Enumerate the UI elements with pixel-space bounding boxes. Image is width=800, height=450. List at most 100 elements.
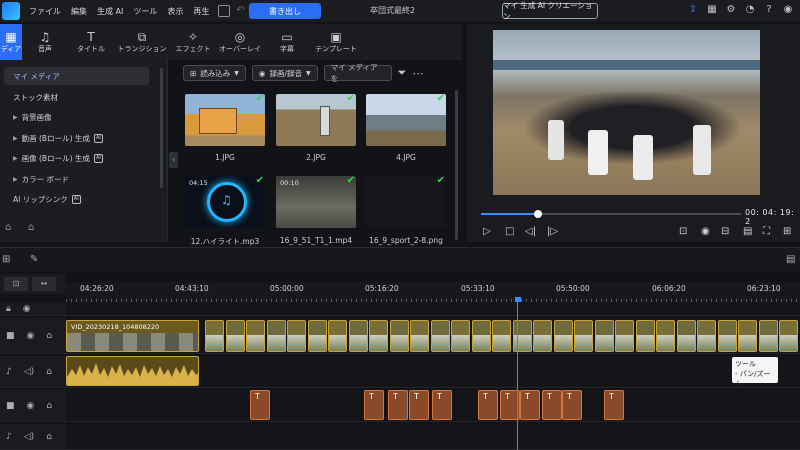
track-video2[interactable]: TTTTTTTTTTT	[66, 390, 800, 422]
nav-scrollbar[interactable]	[160, 68, 163, 188]
play-icon[interactable]: ▷	[483, 226, 491, 237]
video-clip-segment[interactable]	[512, 320, 532, 352]
video-clip-main[interactable]: VID_20230218_104808220	[66, 320, 199, 352]
tag-icon[interactable]: ⌂	[5, 222, 11, 233]
nav-color-board[interactable]: ▶ カラー ボード	[4, 170, 149, 188]
media-thumb-3[interactable]: ✔	[366, 94, 446, 146]
tag-remove-icon[interactable]: ⌂	[28, 222, 34, 233]
menu-item-play[interactable]: 再生	[188, 6, 214, 17]
video-clip-segment[interactable]	[717, 320, 737, 352]
display-icon[interactable]: ▤	[743, 226, 752, 237]
media-thumb-6[interactable]: ✔	[366, 176, 446, 228]
title-clip[interactable]: T	[520, 390, 540, 420]
record-button[interactable]: ◉ 録画/録音 ▼	[251, 65, 318, 81]
video-clip-segment[interactable]	[225, 320, 245, 352]
video-clip-segment[interactable]	[635, 320, 655, 352]
account-icon[interactable]: ◉	[782, 4, 794, 16]
eye-icon[interactable]: ◉	[27, 331, 35, 341]
zoom-timeline-icon[interactable]: ↔	[32, 277, 56, 291]
more-icon[interactable]: ⋯	[412, 67, 423, 80]
video-clip-segment[interactable]	[328, 320, 347, 352]
fit-timeline-icon[interactable]: ⊡	[4, 277, 28, 291]
tab-media[interactable]: ▦ ディア	[0, 24, 22, 60]
video-clip-segment[interactable]	[758, 320, 778, 352]
video-clip-segment[interactable]	[676, 320, 696, 352]
track-top[interactable]	[66, 302, 800, 316]
title-clip[interactable]: T	[364, 390, 384, 420]
menu-item-view[interactable]: 表示	[162, 6, 188, 17]
video-clip-segment[interactable]	[492, 320, 511, 352]
video-clip-segment[interactable]	[697, 320, 716, 352]
undo-icon[interactable]: ↶	[234, 5, 246, 17]
export-button[interactable]: 書き出し	[249, 3, 321, 19]
video-clip-segment[interactable]	[594, 320, 614, 352]
next-frame-icon[interactable]: |▷	[547, 226, 558, 237]
track-video1[interactable]: VID_20230218_104808220	[66, 318, 800, 354]
menu-item-edit[interactable]: 編集	[66, 6, 92, 17]
ai-creation-button[interactable]: マイ 生成 AI クリエーション	[502, 1, 598, 21]
media-search-input[interactable]: マイ メディアを	[323, 63, 392, 83]
nav-video-broll[interactable]: ▶ 動画 (Bロール) 生成 AI	[4, 129, 149, 147]
nav-background[interactable]: ▶ 背景画像	[4, 108, 149, 126]
timeline-menu-icon[interactable]: ▤	[786, 254, 795, 265]
video-clip-segment[interactable]	[348, 320, 368, 352]
video-clip-segment[interactable]	[553, 320, 573, 352]
menu-item-ai[interactable]: 生成 AI	[92, 6, 128, 17]
video-clip-segment[interactable]	[533, 320, 552, 352]
lock-icon[interactable]: ⌂	[46, 367, 52, 377]
quality-icon[interactable]: ⊟	[721, 226, 729, 237]
tab-effect[interactable]: ✧ エフェクト	[170, 24, 216, 60]
nav-ai-lipsync[interactable]: AI リップシンク AI	[4, 190, 149, 208]
video-clip-segment[interactable]	[410, 320, 429, 352]
track-manager-icon[interactable]: ⊞	[2, 254, 10, 265]
video-clip-segment[interactable]	[779, 320, 798, 352]
title-clip[interactable]: T	[604, 390, 624, 420]
stop-icon[interactable]: □	[505, 226, 514, 237]
zoom-icon[interactable]: ⊞	[783, 226, 791, 237]
prev-frame-icon[interactable]: ◁|	[525, 226, 536, 237]
playhead-line[interactable]	[517, 300, 518, 450]
video-clip-segment[interactable]	[389, 320, 409, 352]
timeline-ruler[interactable]: 04:26:20 04:43:10 05:00:00 05:16:20 05:3…	[66, 282, 800, 302]
notification-icon[interactable]: ◔	[744, 4, 756, 16]
filter-icon[interactable]: ⏷	[398, 66, 407, 80]
video-clip-segment[interactable]	[369, 320, 388, 352]
tab-template[interactable]: ▣ テンプレート	[310, 24, 362, 60]
eye-icon[interactable]: ◉	[27, 401, 35, 411]
tab-title[interactable]: T タイトル	[68, 24, 114, 60]
video-clip-segment[interactable]	[430, 320, 450, 352]
title-clip[interactable]: T	[542, 390, 562, 420]
audio-mix-icon[interactable]: ◉	[701, 226, 710, 237]
collapse-panel-button[interactable]: ‹	[169, 152, 178, 168]
tab-subtitle[interactable]: ▭ 字幕	[264, 24, 310, 60]
tab-overlay[interactable]: ◎ オーバーレイ	[216, 24, 264, 60]
tab-transition[interactable]: ⧉ トランジション	[114, 24, 170, 60]
video-clip-segment[interactable]	[574, 320, 593, 352]
media-thumb-4[interactable]: 04:15 ♫ ✔	[185, 176, 265, 228]
layout-icon[interactable]: ▦	[706, 4, 718, 16]
lock-icon[interactable]: ⌂	[46, 432, 52, 442]
tab-audio[interactable]: ♫ 音声	[22, 24, 68, 60]
fullscreen-icon[interactable]: ⛶	[763, 226, 770, 237]
video-clip-segment[interactable]	[287, 320, 306, 352]
nav-image-broll[interactable]: ▶ 画像 (Bロール) 生成 AI	[4, 149, 149, 167]
title-clip[interactable]: T	[409, 390, 429, 420]
title-clip[interactable]: T	[388, 390, 408, 420]
video-clip-segment[interactable]	[205, 320, 224, 352]
video-clip-segment[interactable]	[451, 320, 470, 352]
video-clip-segment[interactable]	[738, 320, 757, 352]
media-thumb-1[interactable]: ✔	[185, 94, 265, 146]
edit-icon[interactable]: ✎	[30, 254, 38, 265]
title-clip[interactable]: T	[478, 390, 498, 420]
settings-icon[interactable]: ⚙	[725, 4, 737, 16]
video-clip-segment[interactable]	[656, 320, 675, 352]
help-icon[interactable]: ?	[763, 4, 775, 16]
import-button[interactable]: ⊞ 読み込み ▼	[183, 65, 246, 81]
nav-my-media[interactable]: マイ メディア	[4, 67, 149, 85]
video-clip-segment[interactable]	[471, 320, 491, 352]
lock-icon[interactable]: ⌂	[46, 331, 52, 341]
video-clip-segment[interactable]	[615, 320, 634, 352]
menu-item-tools[interactable]: ツール	[128, 6, 162, 17]
media-scrollbar[interactable]	[455, 90, 458, 240]
title-clip[interactable]: T	[432, 390, 452, 420]
